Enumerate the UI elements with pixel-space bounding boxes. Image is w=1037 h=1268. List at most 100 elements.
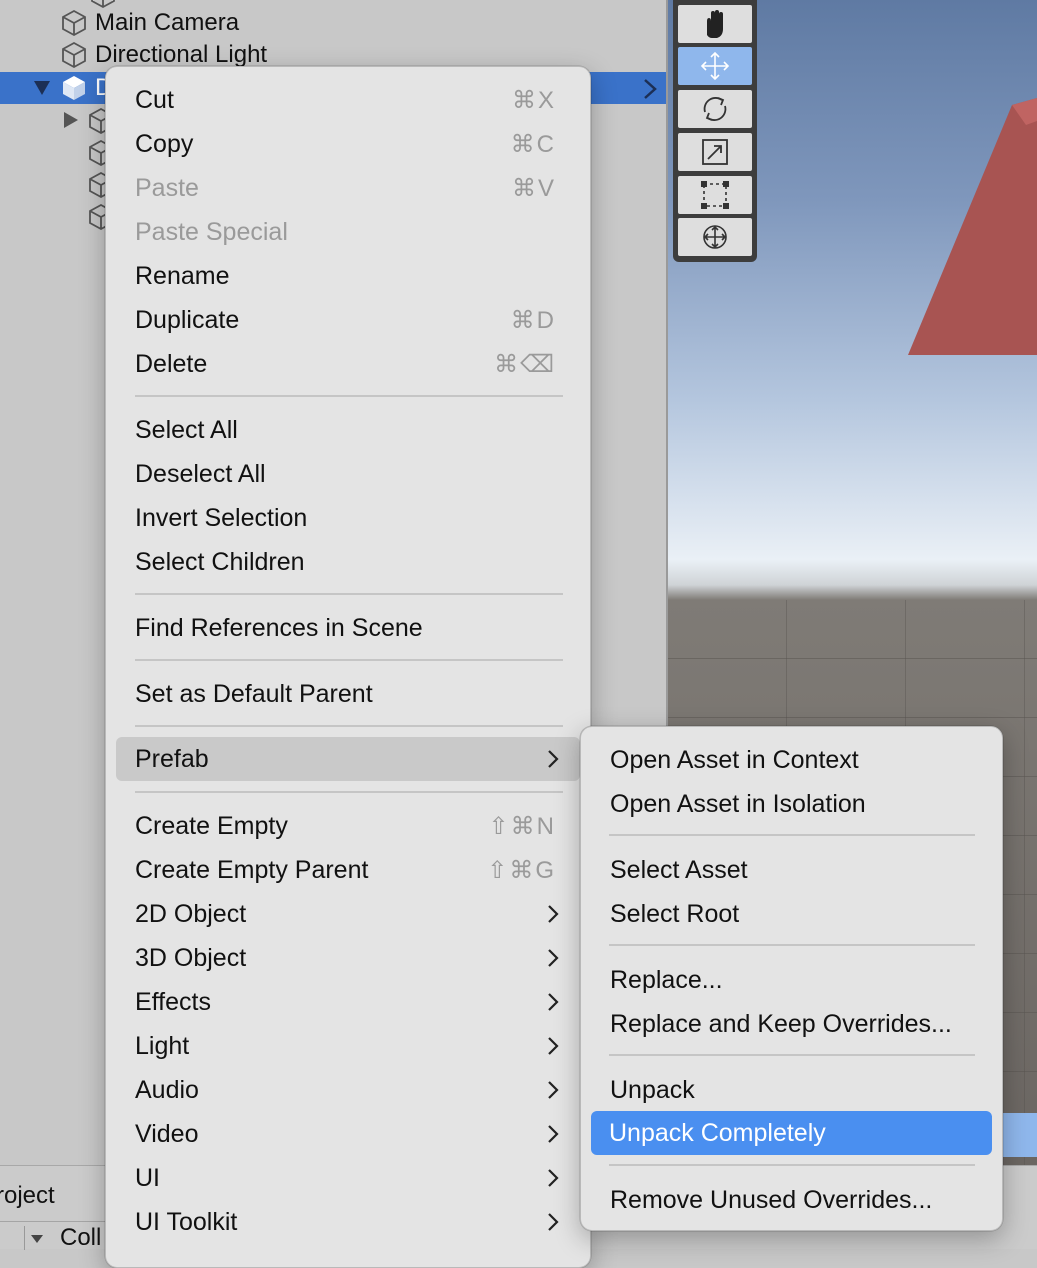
menu-item-replace[interactable]: Replace... xyxy=(581,958,1002,1002)
menu-item-label: Replace and Keep Overrides... xyxy=(610,1010,952,1038)
chevron-right-icon[interactable] xyxy=(642,78,658,100)
scale-tool-button[interactable] xyxy=(678,133,752,171)
menu-separator xyxy=(135,791,563,793)
menu-item-cut[interactable]: Cut ⌘X xyxy=(106,78,590,122)
menu-item-set-default-parent[interactable]: Set as Default Parent xyxy=(106,672,590,716)
menu-item-select-children[interactable]: Select Children xyxy=(106,540,590,584)
menu-item-2d-object[interactable]: 2D Object xyxy=(106,892,590,936)
menu-item-label: Rename xyxy=(135,262,230,290)
menu-item-open-asset-in-isolation[interactable]: Open Asset in Isolation xyxy=(581,782,1002,826)
chevron-right-icon xyxy=(548,750,559,768)
menu-separator xyxy=(135,659,563,661)
tree-row-label: Main Camera xyxy=(95,9,240,36)
menu-item-open-asset-in-context[interactable]: Open Asset in Context xyxy=(581,738,1002,782)
menu-item-create-empty[interactable]: Create Empty ⇧⌘N xyxy=(106,804,590,848)
transform-tool-button[interactable] xyxy=(678,218,752,256)
gameobject-icon xyxy=(59,40,89,70)
menu-item-audio[interactable]: Audio xyxy=(106,1068,590,1112)
menu-shortcut: ⌘V xyxy=(511,175,556,202)
menu-item-ui-toolkit[interactable]: UI Toolkit xyxy=(106,1200,590,1244)
menu-item-video[interactable]: Video xyxy=(106,1112,590,1156)
gameobject-icon xyxy=(59,8,89,38)
menu-item-select-asset[interactable]: Select Asset xyxy=(581,848,1002,892)
menu-item-remove-unused-overrides[interactable]: Remove Unused Overrides... xyxy=(581,1178,1002,1222)
menu-item-rename[interactable]: Rename xyxy=(106,254,590,298)
menu-item-duplicate[interactable]: Duplicate ⌘D xyxy=(106,298,590,342)
rect-icon xyxy=(701,181,729,209)
hand-tool-button[interactable] xyxy=(678,5,752,43)
menu-shortcut: ⇧⌘N xyxy=(488,813,556,840)
tree-row-main-camera[interactable]: Main Camera xyxy=(0,7,666,39)
menu-separator xyxy=(609,834,975,836)
chevron-right-icon xyxy=(548,905,559,923)
menu-item-label: Create Empty xyxy=(135,812,288,840)
hand-icon xyxy=(707,10,723,38)
move-icon xyxy=(700,51,730,81)
menu-shortcut: ⌘⌫ xyxy=(494,351,556,378)
dropdown-button[interactable] xyxy=(24,1226,49,1250)
menu-item-label: Deselect All xyxy=(135,460,266,488)
menu-item-label: Delete xyxy=(135,350,208,378)
scene-tools-toolbar xyxy=(673,0,757,262)
menu-item-select-root[interactable]: Select Root xyxy=(581,892,1002,936)
menu-item-label: Select Children xyxy=(135,548,305,576)
rect-tool-button[interactable] xyxy=(678,176,752,214)
prefab-icon xyxy=(59,73,89,103)
hierarchy-context-menu: Cut ⌘X Copy ⌘C Paste ⌘V Paste Special Re… xyxy=(105,66,591,1268)
project-tab[interactable]: roject xyxy=(0,1182,55,1210)
menu-item-label: Prefab xyxy=(135,745,209,773)
menu-separator xyxy=(609,1054,975,1056)
menu-item-create-empty-parent[interactable]: Create Empty Parent ⇧⌘G xyxy=(106,848,590,892)
menu-item-label: UI xyxy=(135,1164,160,1192)
menu-item-paste-special: Paste Special xyxy=(106,210,590,254)
menu-item-label: Video xyxy=(135,1120,199,1148)
rotate-tool-button[interactable] xyxy=(678,90,752,128)
menu-item-copy[interactable]: Copy ⌘C xyxy=(106,122,590,166)
menu-item-replace-keep-overrides[interactable]: Replace and Keep Overrides... xyxy=(581,1002,1002,1046)
menu-item-label: Effects xyxy=(135,988,211,1016)
menu-item-label: Select Root xyxy=(610,900,740,928)
menu-item-invert-selection[interactable]: Invert Selection xyxy=(106,496,590,540)
menu-item-label: UI Toolkit xyxy=(135,1208,238,1236)
move-tool-button[interactable] xyxy=(678,47,752,85)
menu-item-label: Select All xyxy=(135,416,238,444)
menu-item-label: Remove Unused Overrides... xyxy=(610,1186,933,1214)
menu-item-unpack-completely[interactable]: Unpack Completely xyxy=(591,1111,992,1155)
menu-item-find-references[interactable]: Find References in Scene xyxy=(106,606,590,650)
menu-item-light[interactable]: Light xyxy=(106,1024,590,1068)
tree-row-label: Directional Light xyxy=(95,41,268,68)
menu-shortcut: ⌘C xyxy=(510,131,556,158)
menu-item-label: Cut xyxy=(135,86,174,114)
menu-item-ui[interactable]: UI xyxy=(106,1156,590,1200)
menu-shortcut: ⇧⌘G xyxy=(487,857,556,884)
red-cube-object[interactable] xyxy=(908,95,1037,360)
menu-separator xyxy=(609,944,975,946)
menu-item-label: Light xyxy=(135,1032,190,1060)
chevron-right-icon xyxy=(548,1213,559,1231)
scale-icon xyxy=(702,139,728,165)
expand-triangle-icon[interactable] xyxy=(34,81,50,95)
menu-item-label: 2D Object xyxy=(135,900,247,928)
chevron-down-icon xyxy=(31,1235,43,1243)
menu-item-delete[interactable]: Delete ⌘⌫ xyxy=(106,342,590,386)
menu-item-deselect-all[interactable]: Deselect All xyxy=(106,452,590,496)
prefab-submenu: Open Asset in Context Open Asset in Isol… xyxy=(580,726,1003,1231)
expand-triangle-icon[interactable] xyxy=(64,112,78,128)
menu-shortcut: ⌘D xyxy=(510,307,556,334)
menu-item-paste: Paste ⌘V xyxy=(106,166,590,210)
transform-icon xyxy=(703,225,727,249)
chevron-right-icon xyxy=(548,1081,559,1099)
menu-item-effects[interactable]: Effects xyxy=(106,980,590,1024)
chevron-right-icon xyxy=(548,949,559,967)
menu-item-label: 3D Object xyxy=(135,944,247,972)
chevron-right-icon xyxy=(548,1125,559,1143)
menu-item-prefab[interactable]: Prefab xyxy=(116,737,580,781)
menu-item-label: Find References in Scene xyxy=(135,614,423,642)
menu-item-select-all[interactable]: Select All xyxy=(106,408,590,452)
menu-shortcut: ⌘X xyxy=(511,87,556,114)
menu-item-label: Unpack Completely xyxy=(609,1119,826,1147)
menu-item-3d-object[interactable]: 3D Object xyxy=(106,936,590,980)
menu-item-label: Unpack xyxy=(610,1076,695,1104)
menu-item-unpack[interactable]: Unpack xyxy=(581,1068,1002,1112)
chevron-right-icon xyxy=(548,993,559,1011)
